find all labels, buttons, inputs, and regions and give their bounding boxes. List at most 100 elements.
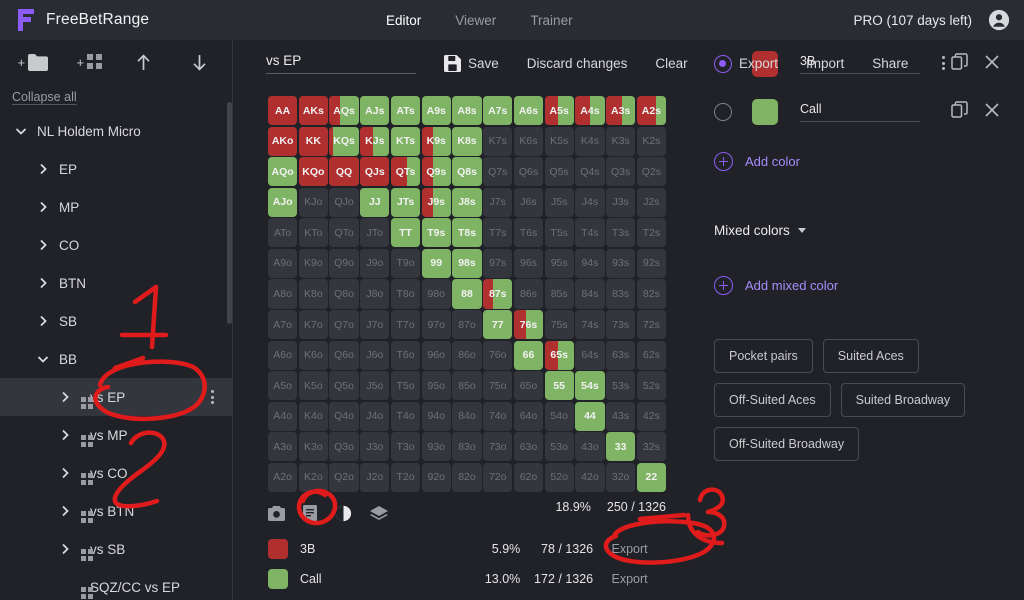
share-button[interactable]: Share bbox=[872, 56, 908, 71]
matrix-cell[interactable]: 52o bbox=[545, 463, 574, 492]
matrix-cell[interactable]: A5o bbox=[268, 371, 297, 400]
matrix-cell[interactable]: Q6o bbox=[329, 341, 358, 370]
matrix-cell[interactable]: J6s bbox=[514, 188, 543, 217]
layers-icon[interactable] bbox=[370, 506, 388, 521]
matrix-cell[interactable]: QQ bbox=[329, 157, 358, 186]
matrix-cell[interactable]: 93s bbox=[606, 249, 635, 278]
chevron-right-icon[interactable] bbox=[36, 314, 50, 328]
save-button[interactable]: Save bbox=[444, 55, 499, 72]
matrix-cell[interactable]: K6o bbox=[299, 341, 328, 370]
matrix-cell[interactable]: 64s bbox=[575, 341, 604, 370]
matrix-cell[interactable]: J3o bbox=[360, 432, 389, 461]
matrix-cell[interactable]: 65s bbox=[545, 341, 574, 370]
matrix-cell[interactable]: T3s bbox=[606, 218, 635, 247]
nav-editor[interactable]: Editor bbox=[386, 13, 421, 28]
matrix-cell[interactable]: AJs bbox=[360, 96, 389, 125]
matrix-cell[interactable]: K8o bbox=[299, 279, 328, 308]
color-name-input[interactable]: Call bbox=[800, 102, 920, 122]
matrix-cell[interactable]: K8s bbox=[452, 127, 481, 156]
matrix-cell[interactable]: AQo bbox=[268, 157, 297, 186]
export-button[interactable]: Export bbox=[739, 56, 778, 71]
matrix-cell[interactable]: T5o bbox=[391, 371, 420, 400]
matrix-cell[interactable]: 32s bbox=[637, 432, 666, 461]
matrix-cell[interactable]: K2s bbox=[637, 127, 666, 156]
matrix-cell[interactable]: A9o bbox=[268, 249, 297, 278]
matrix-cell[interactable]: J9o bbox=[360, 249, 389, 278]
chevron-right-icon[interactable] bbox=[58, 542, 72, 556]
matrix-cell[interactable]: J4s bbox=[575, 188, 604, 217]
matrix-cell[interactable]: 92o bbox=[422, 463, 451, 492]
matrix-cell[interactable]: Q4o bbox=[329, 402, 358, 431]
move-down-button[interactable] bbox=[175, 45, 225, 79]
matrix-cell[interactable]: Q5o bbox=[329, 371, 358, 400]
matrix-cell[interactable]: AQs bbox=[329, 96, 358, 125]
matrix-cell[interactable]: 43o bbox=[575, 432, 604, 461]
matrix-cell[interactable]: 83o bbox=[452, 432, 481, 461]
matrix-cell[interactable]: 72o bbox=[483, 463, 512, 492]
matrix-cell[interactable]: 92s bbox=[637, 249, 666, 278]
sidebar-item-sb[interactable]: SB bbox=[0, 302, 232, 340]
matrix-cell[interactable]: 33 bbox=[606, 432, 635, 461]
matrix-cell[interactable]: T7o bbox=[391, 310, 420, 339]
chevron-down-icon[interactable] bbox=[36, 352, 50, 366]
matrix-cell[interactable]: T4s bbox=[575, 218, 604, 247]
matrix-cell[interactable]: A2o bbox=[268, 463, 297, 492]
add-color-button[interactable]: Add color bbox=[714, 152, 1000, 171]
matrix-cell[interactable]: 94o bbox=[422, 402, 451, 431]
matrix-cell[interactable]: 95o bbox=[422, 371, 451, 400]
matrix-cell[interactable]: T9s bbox=[422, 218, 451, 247]
matrix-cell[interactable]: 54s bbox=[575, 371, 604, 400]
range-name-input[interactable]: vs EP bbox=[266, 53, 416, 74]
matrix-cell[interactable]: 76s bbox=[514, 310, 543, 339]
matrix-cell[interactable]: A2s bbox=[637, 96, 666, 125]
matrix-cell[interactable]: Q6s bbox=[514, 157, 543, 186]
matrix-cell[interactable]: Q5s bbox=[545, 157, 574, 186]
nav-viewer[interactable]: Viewer bbox=[455, 13, 496, 28]
kebab-menu-icon[interactable] bbox=[211, 390, 214, 404]
sidebar-item-sqz-cc-vs-ep[interactable]: SQZ/CC vs EP bbox=[0, 568, 232, 600]
preset-chip[interactable]: Suited Aces bbox=[823, 339, 919, 373]
matrix-cell[interactable]: T3o bbox=[391, 432, 420, 461]
matrix-cell[interactable]: A6o bbox=[268, 341, 297, 370]
matrix-cell[interactable]: Q9s bbox=[422, 157, 451, 186]
matrix-cell[interactable]: A8s bbox=[452, 96, 481, 125]
matrix-cell[interactable]: 32o bbox=[606, 463, 635, 492]
legend-export-button[interactable]: Export bbox=[593, 572, 666, 586]
matrix-cell[interactable]: A5s bbox=[545, 96, 574, 125]
matrix-cell[interactable]: T5s bbox=[545, 218, 574, 247]
nav-trainer[interactable]: Trainer bbox=[530, 13, 572, 28]
sidebar-item-vs-ep[interactable]: vs EP bbox=[0, 378, 232, 416]
matrix-cell[interactable]: 76o bbox=[483, 341, 512, 370]
move-up-button[interactable] bbox=[119, 45, 169, 79]
matrix-cell[interactable]: 74o bbox=[483, 402, 512, 431]
matrix-cell[interactable]: ATo bbox=[268, 218, 297, 247]
matrix-cell[interactable]: T7s bbox=[483, 218, 512, 247]
legend-export-button[interactable]: Export bbox=[593, 542, 666, 556]
matrix-cell[interactable]: K2o bbox=[299, 463, 328, 492]
matrix-cell[interactable]: Q7s bbox=[483, 157, 512, 186]
matrix-cell[interactable]: 98o bbox=[422, 279, 451, 308]
matrix-cell[interactable]: JTo bbox=[360, 218, 389, 247]
matrix-cell[interactable]: T8s bbox=[452, 218, 481, 247]
matrix-cell[interactable]: 44 bbox=[575, 402, 604, 431]
matrix-cell[interactable]: AJo bbox=[268, 188, 297, 217]
matrix-cell[interactable]: T2o bbox=[391, 463, 420, 492]
matrix-cell[interactable]: KTo bbox=[299, 218, 328, 247]
matrix-cell[interactable]: AKs bbox=[299, 96, 328, 125]
matrix-cell[interactable]: 74s bbox=[575, 310, 604, 339]
matrix-cell[interactable]: A4s bbox=[575, 96, 604, 125]
matrix-cell[interactable]: 73o bbox=[483, 432, 512, 461]
matrix-cell[interactable]: K4o bbox=[299, 402, 328, 431]
matrix-cell[interactable]: QJs bbox=[360, 157, 389, 186]
matrix-cell[interactable]: 62s bbox=[637, 341, 666, 370]
preset-chip[interactable]: Off-Suited Broadway bbox=[714, 427, 859, 461]
matrix-cell[interactable]: 82s bbox=[637, 279, 666, 308]
matrix-cell[interactable]: KK bbox=[299, 127, 328, 156]
sidebar-item-co[interactable]: CO bbox=[0, 226, 232, 264]
add-range-button[interactable]: + bbox=[64, 45, 114, 79]
matrix-cell[interactable]: 84s bbox=[575, 279, 604, 308]
matrix-cell[interactable]: J7s bbox=[483, 188, 512, 217]
matrix-cell[interactable]: 55 bbox=[545, 371, 574, 400]
matrix-cell[interactable]: KJs bbox=[360, 127, 389, 156]
sidebar-item-mp[interactable]: MP bbox=[0, 188, 232, 226]
